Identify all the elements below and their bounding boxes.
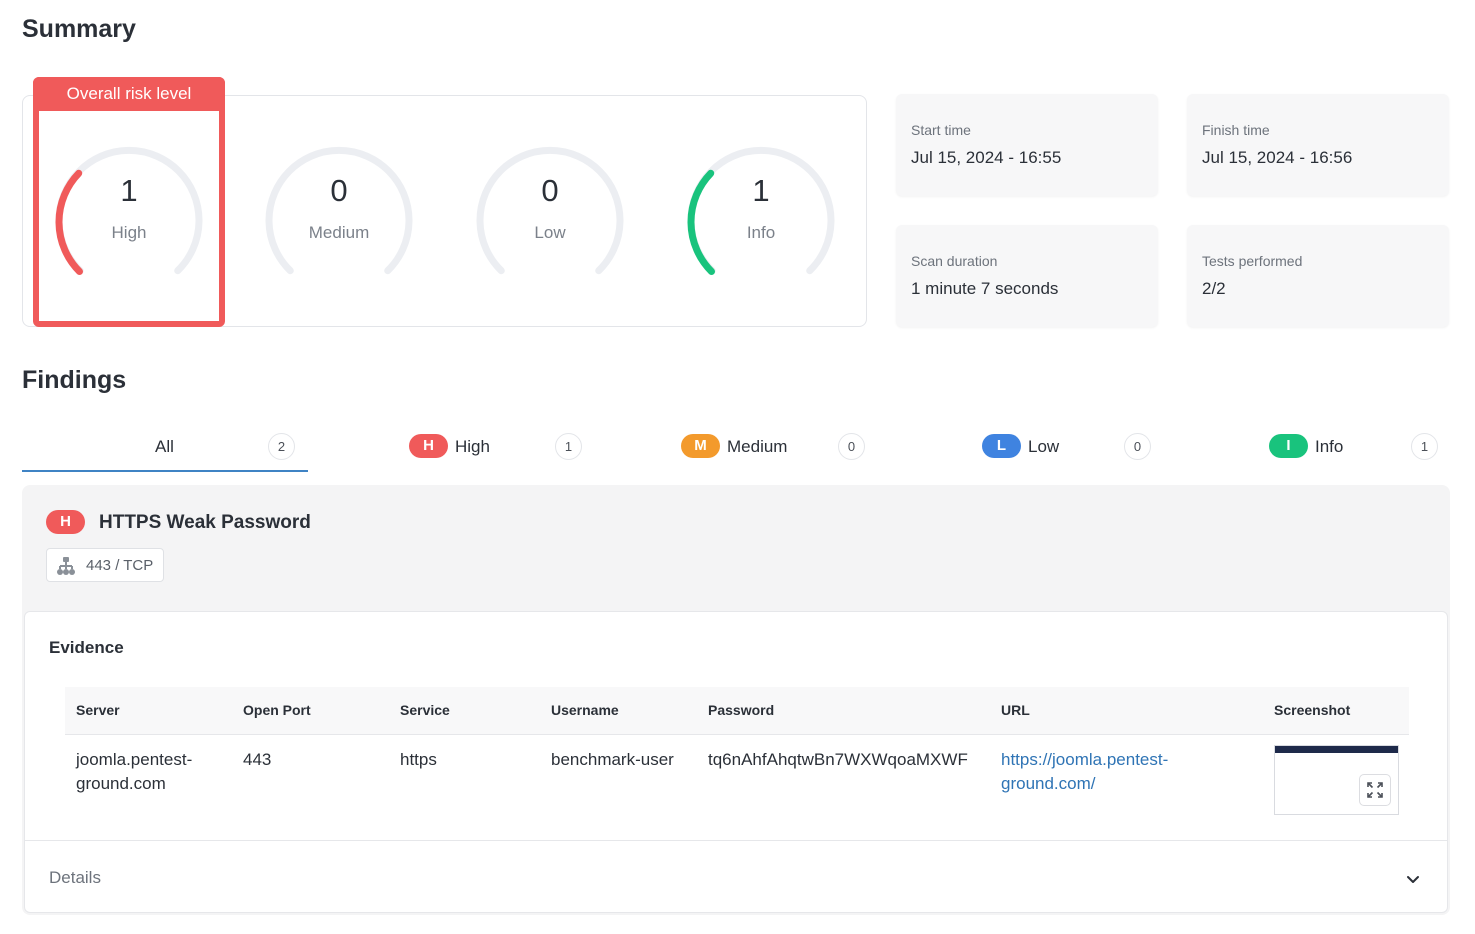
tests-performed-card: Tests performed 2/2 bbox=[1187, 225, 1449, 327]
gauge-low-label: Low bbox=[534, 223, 566, 242]
tab-all[interactable]: All 2 bbox=[22, 428, 308, 472]
cell-open-port: 443 bbox=[243, 750, 272, 769]
gauge-info: 1 Info bbox=[676, 137, 846, 307]
gauge-medium-label: Medium bbox=[308, 223, 370, 242]
tab-high[interactable]: H High 1 bbox=[409, 428, 589, 472]
tab-low-count: 0 bbox=[1124, 433, 1151, 460]
url-line-1: https://joomla.pentest- bbox=[1001, 750, 1169, 769]
gauge-medium-value: 0 bbox=[330, 173, 348, 208]
cell-password: tq6nAhfAhqtwBn7WXWqoaMXWF bbox=[708, 750, 968, 769]
start-time-label: Start time bbox=[911, 122, 971, 138]
start-time-value: Jul 15, 2024 - 16:55 bbox=[911, 148, 1062, 167]
details-toggle[interactable]: Details bbox=[25, 841, 1447, 913]
col-username: Username bbox=[551, 702, 619, 718]
page-title: Summary bbox=[22, 15, 136, 43]
chevron-down-icon bbox=[1405, 871, 1421, 892]
finding-card: H HTTPS Weak Password 443 / TCP Evidence… bbox=[22, 485, 1450, 915]
screenshot-thumbnail[interactable] bbox=[1274, 745, 1399, 815]
network-icon bbox=[56, 556, 76, 581]
url-line-2: ground.com/ bbox=[1001, 774, 1096, 793]
scan-duration-value: 1 minute 7 seconds bbox=[911, 279, 1059, 298]
tests-performed-label: Tests performed bbox=[1202, 253, 1303, 269]
medium-severity-badge: M bbox=[681, 434, 720, 458]
low-severity-badge: L bbox=[982, 434, 1021, 458]
gauge-info-label: Info bbox=[746, 223, 776, 242]
col-open-port: Open Port bbox=[243, 702, 311, 718]
cell-username: benchmark-user bbox=[551, 750, 674, 769]
port-chip: 443 / TCP bbox=[46, 548, 164, 582]
scan-duration-card: Scan duration 1 minute 7 seconds bbox=[896, 225, 1158, 327]
overall-risk-highlight bbox=[33, 77, 225, 327]
col-screenshot: Screenshot bbox=[1274, 702, 1351, 718]
server-line-2: ground.com bbox=[76, 774, 166, 793]
expand-icon bbox=[1360, 782, 1390, 809]
tab-medium-count: 0 bbox=[838, 433, 865, 460]
high-severity-badge: H bbox=[409, 434, 448, 458]
port-text: 443 / TCP bbox=[86, 557, 154, 574]
url-link[interactable]: https://joomla.pentest- ground.com/ bbox=[1001, 748, 1168, 796]
tab-medium-label: Medium bbox=[727, 437, 788, 456]
tests-performed-value: 2/2 bbox=[1202, 279, 1226, 298]
tab-all-count: 2 bbox=[268, 433, 295, 460]
tab-info-label: Info bbox=[1315, 437, 1344, 456]
gauge-info-value: 1 bbox=[752, 173, 770, 208]
finish-time-card: Finish time Jul 15, 2024 - 16:56 bbox=[1187, 94, 1449, 196]
finish-time-label: Finish time bbox=[1202, 122, 1270, 138]
col-server: Server bbox=[76, 702, 120, 718]
tab-medium[interactable]: M Medium 0 bbox=[681, 428, 871, 472]
evidence-table-header: Server Open Port Service Username Passwo… bbox=[65, 687, 1409, 735]
tab-low-label: Low bbox=[1028, 437, 1060, 456]
cell-service: https bbox=[400, 750, 437, 769]
evidence-title: Evidence bbox=[49, 638, 124, 657]
screenshot-header-bar bbox=[1275, 746, 1398, 753]
gauge-medium: 0 Medium bbox=[254, 137, 424, 307]
scan-duration-label: Scan duration bbox=[911, 253, 998, 269]
gauge-low: 0 Low bbox=[465, 137, 635, 307]
details-label: Details bbox=[49, 868, 101, 887]
finish-time-value: Jul 15, 2024 - 16:56 bbox=[1202, 148, 1353, 167]
info-severity-badge: I bbox=[1269, 434, 1308, 458]
finding-severity-badge: H bbox=[46, 510, 85, 534]
findings-title: Findings bbox=[22, 366, 127, 394]
gauge-low-arc bbox=[476, 146, 624, 275]
tab-info-count: 1 bbox=[1411, 433, 1438, 460]
overall-risk-label: Overall risk level bbox=[33, 77, 225, 111]
cell-server: joomla.pentest- ground.com bbox=[76, 748, 192, 796]
start-time-card: Start time Jul 15, 2024 - 16:55 bbox=[896, 94, 1158, 196]
finding-title: HTTPS Weak Password bbox=[99, 512, 311, 533]
col-url: URL bbox=[1001, 702, 1030, 718]
tab-high-label: High bbox=[455, 437, 490, 456]
tab-all-label: All bbox=[155, 437, 174, 456]
col-service: Service bbox=[400, 702, 450, 718]
gauge-medium-arc bbox=[265, 146, 413, 275]
gauge-info-arc bbox=[687, 146, 835, 275]
server-line-1: joomla.pentest- bbox=[76, 750, 193, 769]
evidence-panel: Evidence Server Open Port Service Userna… bbox=[24, 611, 1448, 913]
expand-button[interactable] bbox=[1359, 774, 1391, 806]
tab-high-count: 1 bbox=[555, 433, 582, 460]
gauge-low-value: 0 bbox=[541, 173, 559, 208]
tab-info[interactable]: I Info 1 bbox=[1269, 428, 1444, 472]
tab-low[interactable]: L Low 0 bbox=[982, 428, 1157, 472]
col-password: Password bbox=[708, 702, 775, 718]
